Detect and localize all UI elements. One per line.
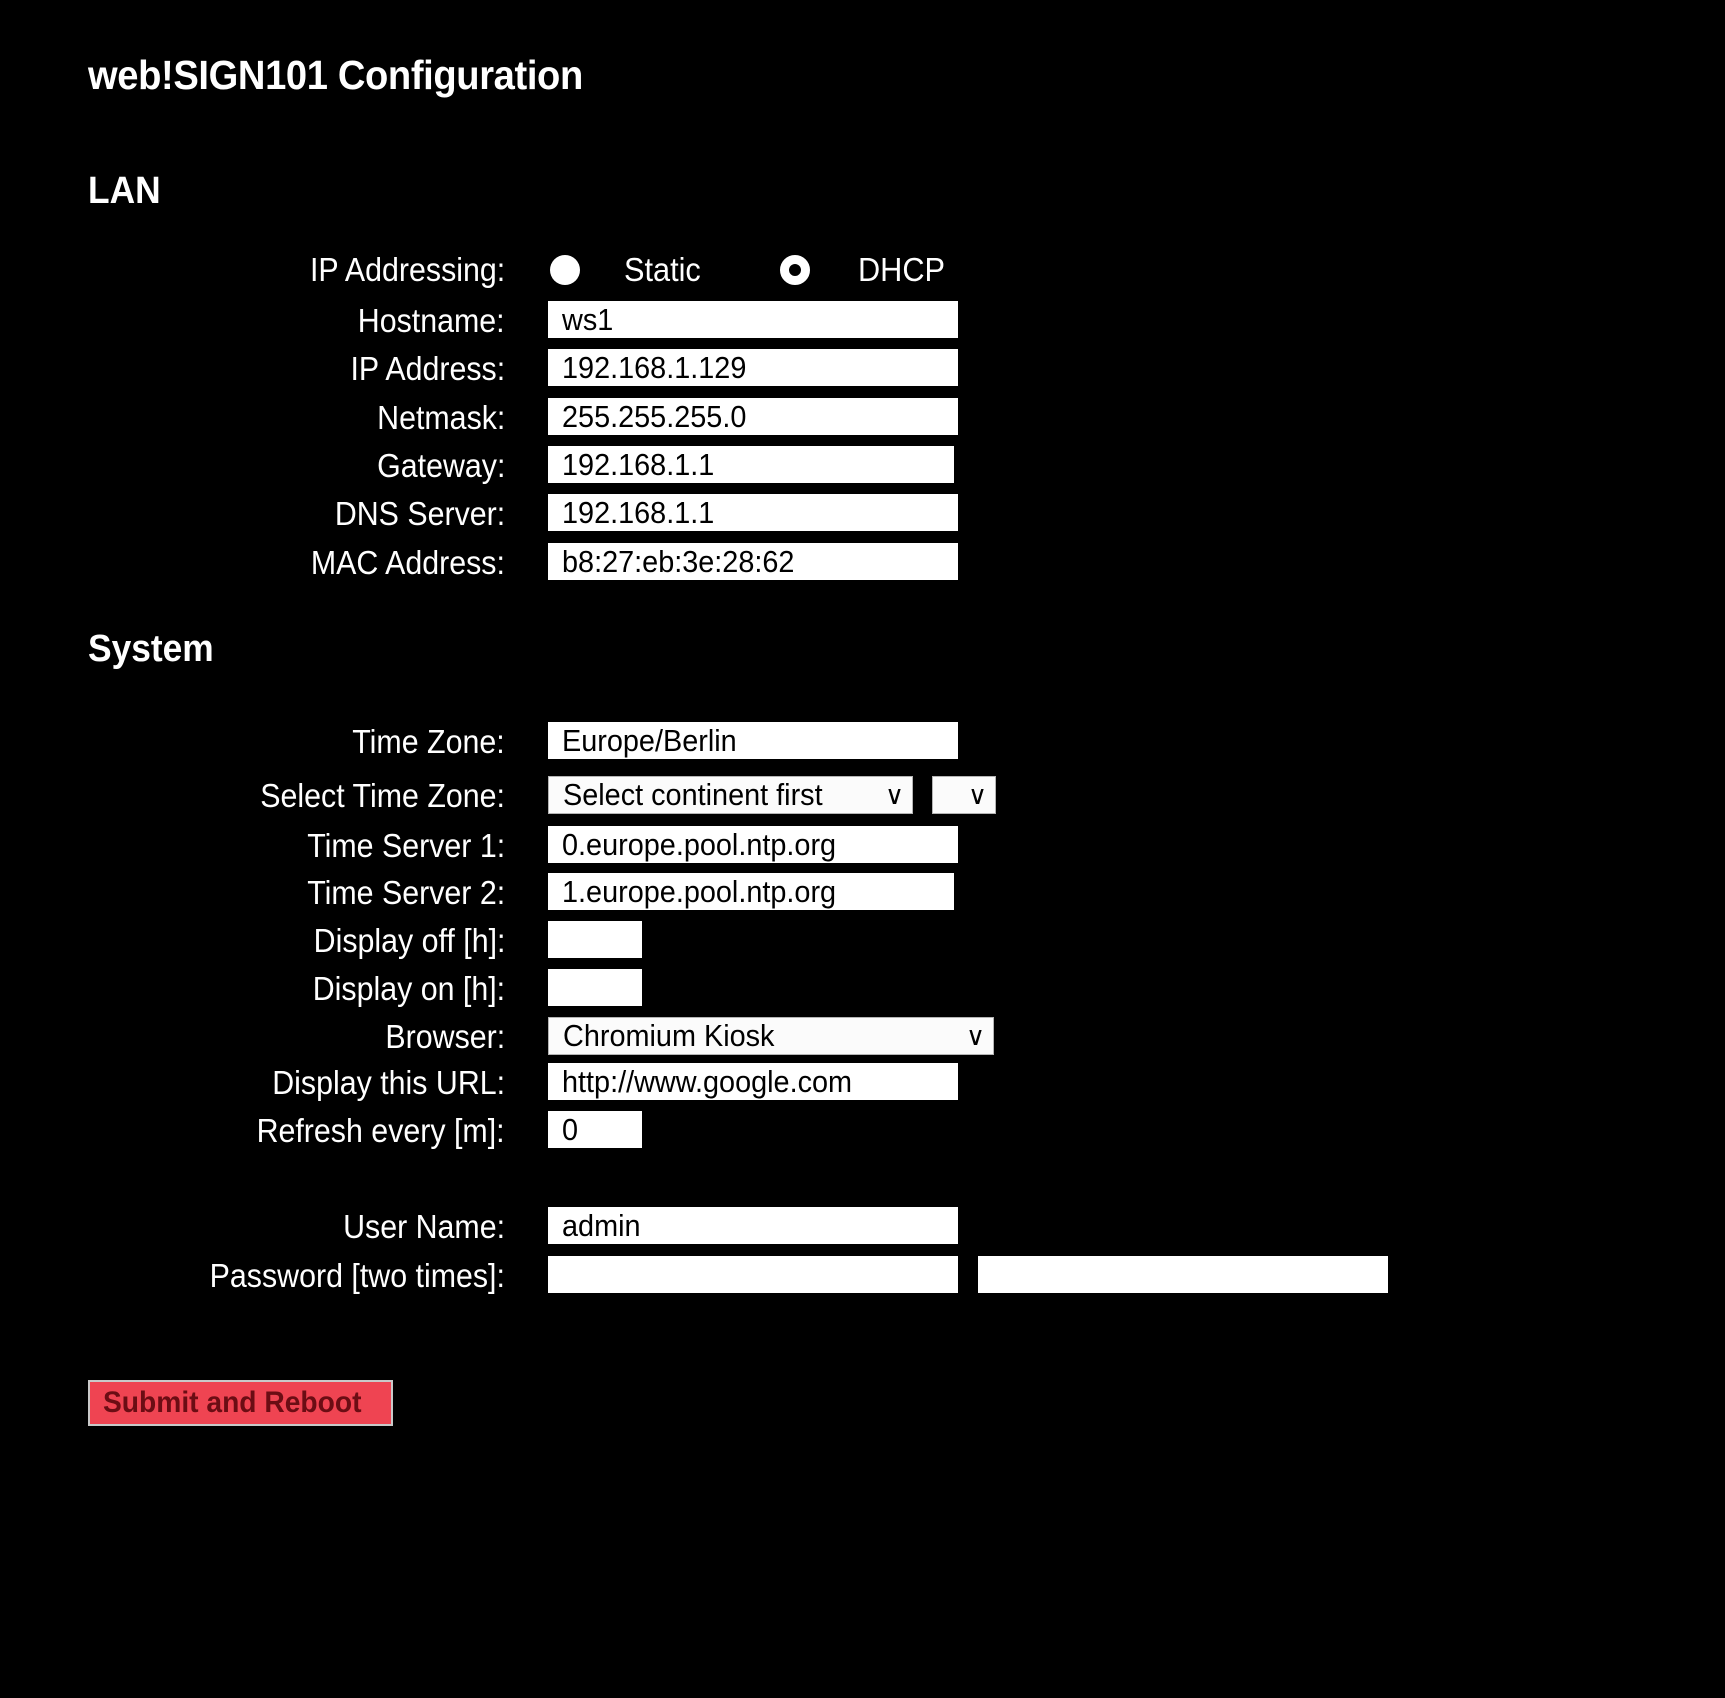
password-input-1[interactable] bbox=[548, 1256, 958, 1293]
refresh-input[interactable]: 0 bbox=[548, 1111, 642, 1148]
label-dns-server: DNS Server: bbox=[334, 495, 505, 532]
label-display-off: Display off [h]: bbox=[313, 922, 505, 959]
page-title: web!SIGN101 Configuration bbox=[88, 52, 583, 98]
label-time-server-2: Time Server 2: bbox=[307, 874, 505, 911]
label-select-time-zone: Select Time Zone: bbox=[260, 777, 505, 814]
label-time-server-1: Time Server 1: bbox=[307, 827, 505, 864]
mac-address-input[interactable]: b8:27:eb:3e:28:62 bbox=[548, 543, 958, 580]
row-hostname: Hostname: ws1 bbox=[0, 301, 1725, 341]
radio-static[interactable] bbox=[550, 255, 580, 285]
row-user-name: User Name: admin bbox=[0, 1207, 1725, 1247]
time-zone-input[interactable]: Europe/Berlin bbox=[548, 722, 958, 759]
row-display-on: Display on [h]: bbox=[0, 969, 1725, 1009]
chevron-down-icon-3: ∨ bbox=[965, 1021, 985, 1051]
row-display-url: Display this URL: http://www.google.com bbox=[0, 1063, 1725, 1103]
display-url-input[interactable]: http://www.google.com bbox=[548, 1063, 958, 1100]
row-browser: Browser: Chromium Kiosk ∨ bbox=[0, 1017, 1725, 1057]
user-name-input[interactable]: admin bbox=[548, 1207, 958, 1244]
label-hostname: Hostname: bbox=[358, 302, 505, 339]
row-netmask: Netmask: 255.255.255.0 bbox=[0, 398, 1725, 438]
label-user-name: User Name: bbox=[343, 1208, 505, 1245]
city-select[interactable]: ∨ bbox=[932, 776, 996, 814]
label-ip-addressing: IP Addressing: bbox=[309, 251, 505, 288]
chevron-down-icon: ∨ bbox=[884, 780, 904, 810]
row-gateway: Gateway: 192.168.1.1 bbox=[0, 446, 1725, 486]
ip-address-input[interactable]: 192.168.1.129 bbox=[548, 349, 958, 386]
chevron-down-icon-2: ∨ bbox=[967, 780, 987, 810]
row-password: Password [two times]: bbox=[0, 1256, 1725, 1296]
password-input-2[interactable] bbox=[978, 1256, 1388, 1293]
label-mac-address: MAC Address: bbox=[310, 544, 505, 581]
label-time-zone: Time Zone: bbox=[352, 723, 505, 760]
display-off-input[interactable] bbox=[548, 921, 642, 958]
config-page: web!SIGN101 Configuration LAN IP Address… bbox=[0, 0, 1725, 1698]
label-display-url: Display this URL: bbox=[272, 1064, 505, 1101]
radio-label-static[interactable]: Static bbox=[624, 250, 707, 290]
label-display-on: Display on [h]: bbox=[312, 970, 505, 1007]
row-display-off: Display off [h]: bbox=[0, 921, 1725, 961]
continent-select[interactable]: Select continent first ∨ bbox=[548, 776, 913, 814]
gateway-input[interactable]: 192.168.1.1 bbox=[548, 446, 954, 483]
submit-and-reboot-button[interactable]: Submit and Reboot bbox=[88, 1380, 393, 1426]
display-on-input[interactable] bbox=[548, 969, 642, 1006]
row-time-server-2: Time Server 2: 1.europe.pool.ntp.org bbox=[0, 873, 1725, 913]
time-server-2-input[interactable]: 1.europe.pool.ntp.org bbox=[548, 873, 954, 910]
row-ip-addressing: IP Addressing: Static DHCP bbox=[0, 250, 1725, 290]
label-netmask: Netmask: bbox=[376, 399, 505, 436]
netmask-input[interactable]: 255.255.255.0 bbox=[548, 398, 958, 435]
label-browser: Browser: bbox=[385, 1018, 505, 1055]
dns-server-input[interactable]: 192.168.1.1 bbox=[548, 494, 958, 531]
row-time-server-1: Time Server 1: 0.europe.pool.ntp.org bbox=[0, 826, 1725, 866]
row-time-zone: Time Zone: Europe/Berlin bbox=[0, 722, 1725, 762]
label-ip-address: IP Address: bbox=[350, 350, 505, 387]
hostname-input[interactable]: ws1 bbox=[548, 301, 958, 338]
row-dns-server: DNS Server: 192.168.1.1 bbox=[0, 494, 1725, 534]
system-section-heading: System bbox=[88, 628, 214, 670]
time-server-1-input[interactable]: 0.europe.pool.ntp.org bbox=[548, 826, 958, 863]
lan-section-heading: LAN bbox=[88, 170, 161, 212]
browser-select[interactable]: Chromium Kiosk ∨ bbox=[548, 1017, 994, 1055]
radio-dhcp[interactable] bbox=[780, 255, 810, 285]
label-refresh: Refresh every [m]: bbox=[256, 1112, 505, 1149]
radio-label-dhcp[interactable]: DHCP bbox=[858, 250, 952, 290]
row-mac-address: MAC Address: b8:27:eb:3e:28:62 bbox=[0, 543, 1725, 583]
row-ip-address: IP Address: 192.168.1.129 bbox=[0, 349, 1725, 389]
label-password: Password [two times]: bbox=[209, 1257, 505, 1294]
row-refresh: Refresh every [m]: 0 bbox=[0, 1111, 1725, 1151]
row-select-time-zone: Select Time Zone: Select continent first… bbox=[0, 776, 1725, 816]
label-gateway: Gateway: bbox=[376, 447, 505, 484]
